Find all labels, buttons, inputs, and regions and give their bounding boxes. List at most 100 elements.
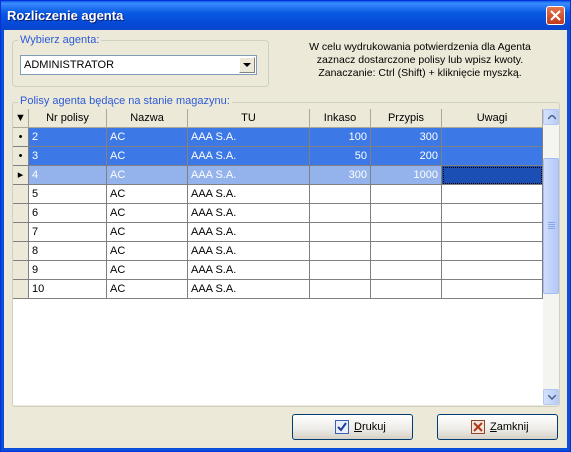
cell-nr-polisy[interactable]: 9 xyxy=(29,261,107,280)
table-row[interactable]: 8 AC AAA S.A. xyxy=(13,242,543,261)
cell-przypis[interactable] xyxy=(371,261,442,280)
cell-nr-polisy[interactable]: 4 xyxy=(29,166,107,185)
cell-inkaso[interactable] xyxy=(310,185,371,204)
cell-inkaso[interactable] xyxy=(310,223,371,242)
print-button-label: Drukuj xyxy=(354,421,386,433)
row-indicator[interactable] xyxy=(13,204,29,223)
close-box-icon xyxy=(471,420,485,434)
cell-nr-polisy[interactable]: 6 xyxy=(29,204,107,223)
cell-przypis[interactable] xyxy=(371,185,442,204)
agent-select-dropdown-button[interactable] xyxy=(239,57,255,73)
sort-down-icon: ▼ xyxy=(15,112,26,124)
cell-tu[interactable]: AAA S.A. xyxy=(188,261,310,280)
grid-vertical-scrollbar[interactable] xyxy=(543,109,559,405)
cell-inkaso[interactable] xyxy=(310,261,371,280)
cell-inkaso[interactable]: 50 xyxy=(310,147,371,166)
thumb-grip-line xyxy=(548,224,555,225)
row-indicator[interactable]: • xyxy=(13,128,29,147)
cell-tu[interactable]: AAA S.A. xyxy=(188,185,310,204)
row-indicator[interactable] xyxy=(13,223,29,242)
cell-nr-polisy[interactable]: 3 xyxy=(29,147,107,166)
cell-uwagi[interactable] xyxy=(442,204,543,223)
column-header-inkaso[interactable]: Inkaso xyxy=(310,109,371,128)
agent-select[interactable]: ADMINISTRATOR xyxy=(20,55,257,75)
cell-nazwa[interactable]: AC xyxy=(107,185,188,204)
scroll-thumb[interactable] xyxy=(543,158,559,294)
table-row[interactable]: 6 AC AAA S.A. xyxy=(13,204,543,223)
column-header-uwagi[interactable]: Uwagi xyxy=(442,109,543,128)
cell-nazwa[interactable]: AC xyxy=(107,166,188,185)
cell-nr-polisy[interactable]: 8 xyxy=(29,242,107,261)
column-header-tu[interactable]: TU xyxy=(188,109,310,128)
cell-inkaso[interactable]: 100 xyxy=(310,128,371,147)
cell-uwagi[interactable] xyxy=(442,280,543,299)
table-row[interactable]: • 2 AC AAA S.A. 100 300 xyxy=(13,128,543,147)
cell-nazwa[interactable]: AC xyxy=(107,223,188,242)
column-header-przypis[interactable]: Przypis xyxy=(371,109,442,128)
cell-nazwa[interactable]: AC xyxy=(107,280,188,299)
cell-przypis[interactable] xyxy=(371,204,442,223)
current-row-arrow-icon[interactable]: ▸ xyxy=(13,166,29,185)
row-indicator[interactable] xyxy=(13,242,29,261)
table-row[interactable]: 7 AC AAA S.A. xyxy=(13,223,543,242)
cell-nazwa[interactable]: AC xyxy=(107,261,188,280)
cell-nr-polisy[interactable]: 10 xyxy=(29,280,107,299)
policies-grid[interactable]: ▼ Nr polisy Nazwa TU Inkaso Przypis Uwag… xyxy=(13,109,543,405)
cell-nazwa[interactable]: AC xyxy=(107,128,188,147)
print-button-label-rest: rukuj xyxy=(361,421,386,433)
cell-uwagi[interactable] xyxy=(442,242,543,261)
cell-przypis[interactable]: 1000 xyxy=(371,166,442,185)
column-header-nr-polisy[interactable]: Nr polisy xyxy=(29,109,107,128)
cell-tu[interactable]: AAA S.A. xyxy=(188,147,310,166)
close-button[interactable]: Zamknij xyxy=(437,414,558,440)
close-window-button[interactable] xyxy=(546,6,565,25)
cell-nr-polisy[interactable]: 2 xyxy=(29,128,107,147)
cell-uwagi[interactable] xyxy=(442,261,543,280)
cell-przypis[interactable]: 300 xyxy=(371,128,442,147)
table-row[interactable]: 9 AC AAA S.A. xyxy=(13,261,543,280)
header-indicator-cell[interactable]: ▼ xyxy=(13,109,29,128)
cell-uwagi-focused[interactable] xyxy=(442,166,543,185)
table-row-current[interactable]: ▸ 4 AC AAA S.A. 300 1000 xyxy=(13,166,543,185)
table-row[interactable]: • 3 AC AAA S.A. 50 200 xyxy=(13,147,543,166)
table-row[interactable]: 5 AC AAA S.A. xyxy=(13,185,543,204)
title-bar[interactable]: Rozliczenie agenta xyxy=(1,1,570,30)
cell-uwagi[interactable] xyxy=(442,185,543,204)
cell-tu[interactable]: AAA S.A. xyxy=(188,280,310,299)
cell-inkaso[interactable]: 300 xyxy=(310,166,371,185)
table-row[interactable]: 10 AC AAA S.A. xyxy=(13,280,543,299)
cell-przypis[interactable] xyxy=(371,223,442,242)
cell-przypis[interactable] xyxy=(371,280,442,299)
cell-uwagi[interactable] xyxy=(442,128,543,147)
cell-nr-polisy[interactable]: 7 xyxy=(29,223,107,242)
cell-uwagi[interactable] xyxy=(442,147,543,166)
cell-nr-polisy[interactable]: 5 xyxy=(29,185,107,204)
scroll-up-button[interactable] xyxy=(543,109,559,125)
cell-nazwa[interactable]: AC xyxy=(107,242,188,261)
column-header-nazwa[interactable]: Nazwa xyxy=(107,109,188,128)
window-frame-bottom xyxy=(1,448,570,451)
cell-inkaso[interactable] xyxy=(310,204,371,223)
cell-tu[interactable]: AAA S.A. xyxy=(188,223,310,242)
cell-przypis[interactable]: 200 xyxy=(371,147,442,166)
close-button-label: Zamknij xyxy=(490,421,529,433)
agent-select-value: ADMINISTRATOR xyxy=(24,59,115,71)
cell-uwagi[interactable] xyxy=(442,223,543,242)
row-indicator[interactable] xyxy=(13,185,29,204)
checkmark-icon xyxy=(335,420,349,434)
cell-inkaso[interactable] xyxy=(310,242,371,261)
row-indicator[interactable]: • xyxy=(13,147,29,166)
cell-nazwa[interactable]: AC xyxy=(107,147,188,166)
cell-nazwa[interactable]: AC xyxy=(107,204,188,223)
print-button-accelerator: D xyxy=(354,421,362,433)
cell-tu[interactable]: AAA S.A. xyxy=(188,204,310,223)
scroll-down-button[interactable] xyxy=(543,389,559,405)
cell-tu[interactable]: AAA S.A. xyxy=(188,128,310,147)
cell-tu[interactable]: AAA S.A. xyxy=(188,242,310,261)
cell-przypis[interactable] xyxy=(371,242,442,261)
print-button[interactable]: Drukuj xyxy=(292,414,413,440)
row-indicator[interactable] xyxy=(13,261,29,280)
row-indicator[interactable] xyxy=(13,280,29,299)
cell-inkaso[interactable] xyxy=(310,280,371,299)
cell-tu[interactable]: AAA S.A. xyxy=(188,166,310,185)
